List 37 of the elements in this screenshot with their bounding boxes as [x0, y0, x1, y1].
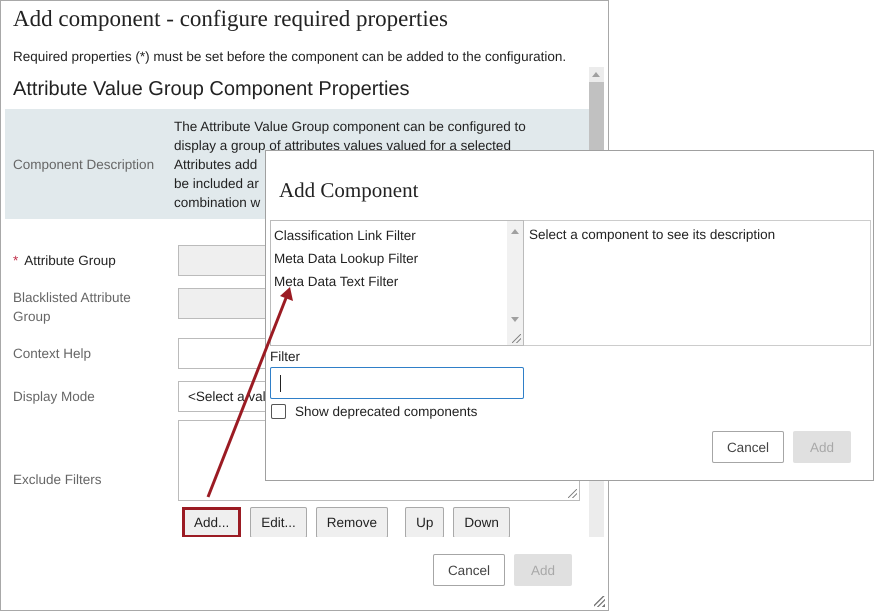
list-button[interactable]: Down — [453, 507, 510, 537]
list-button[interactable]: Add... — [182, 507, 242, 537]
description-text: The Attribute Value Group component can be configured to — [174, 118, 526, 136]
resize-grip-icon — [594, 596, 605, 607]
component-list[interactable]: Classification Link Filter Meta Data Lookup Filter Meta Data Text Filter — [270, 220, 524, 346]
required-marker: * — [13, 252, 18, 270]
description-text: be included ar — [174, 174, 259, 192]
checkbox-label: Show deprecated components — [295, 404, 478, 419]
field-label: Context Help — [13, 345, 92, 363]
description-label: Component Description — [12, 156, 156, 172]
description-text: combination w — [174, 194, 260, 212]
cancel-button[interactable]: Cancel — [712, 431, 784, 463]
list-button[interactable]: Up — [405, 507, 444, 537]
scroll-down-icon[interactable] — [511, 317, 519, 322]
list-button[interactable]: Remove — [316, 507, 388, 537]
field-label: Exclude Filters — [13, 471, 102, 489]
cancel-button[interactable]: Cancel — [432, 554, 505, 586]
checkbox[interactable] — [271, 404, 286, 419]
list-item[interactable]: Meta Data Text Filter — [271, 270, 507, 293]
field-label: Blacklisted Attribute Group — [13, 289, 132, 326]
list-item[interactable]: Meta Data Lookup Filter — [271, 247, 507, 270]
section-title: Attribute Value Group Component Properties — [12, 77, 410, 101]
filter-label: Filter — [270, 348, 300, 366]
field-label: Attribute Group — [24, 252, 116, 270]
filter-field[interactable] — [270, 367, 524, 399]
dialog-title: Add component - configure required properties — [12, 5, 449, 32]
description-text: display a group of attributes values valued for a selected — [174, 136, 511, 154]
required-note: Required properties (*) must be set before the component can be added to the configuration. — [13, 48, 566, 66]
scroll-up-icon[interactable] — [592, 72, 600, 77]
list-button[interactable]: Edit... — [250, 507, 307, 537]
description-text: Select a component to see its description — [529, 227, 776, 242]
field-label: Display Mode — [13, 388, 95, 406]
dialog-title: Add Component — [279, 177, 418, 203]
select-value: <Select a val — [188, 389, 266, 404]
scroll-up-icon[interactable] — [511, 229, 519, 234]
list-item[interactable]: Classification Link Filter — [271, 224, 507, 247]
description-text: Attributes add — [174, 156, 258, 174]
